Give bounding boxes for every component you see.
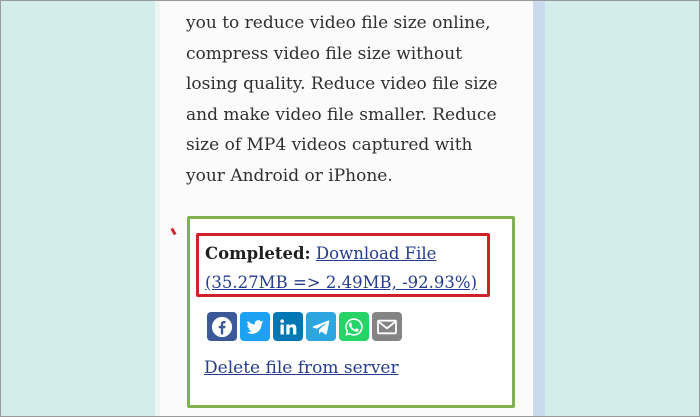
whatsapp-share-button[interactable] [339, 312, 369, 341]
email-share-button[interactable] [372, 312, 402, 341]
facebook-icon [211, 316, 233, 338]
telegram-icon [310, 317, 332, 337]
twitter-share-button[interactable] [240, 312, 270, 341]
facebook-share-button[interactable] [207, 312, 237, 341]
email-icon [376, 318, 398, 336]
telegram-share-button[interactable] [306, 312, 336, 341]
whatsapp-icon [343, 316, 365, 338]
delete-file-link[interactable]: Delete file from server [204, 358, 399, 378]
linkedin-icon [278, 317, 298, 337]
linkedin-share-button[interactable] [273, 312, 303, 341]
twitter-icon [244, 317, 266, 337]
description-text: you to reduce video file size online, co… [186, 13, 498, 186]
right-page-band [533, 0, 545, 417]
download-highlight-box [196, 233, 490, 297]
share-buttons [207, 312, 402, 341]
